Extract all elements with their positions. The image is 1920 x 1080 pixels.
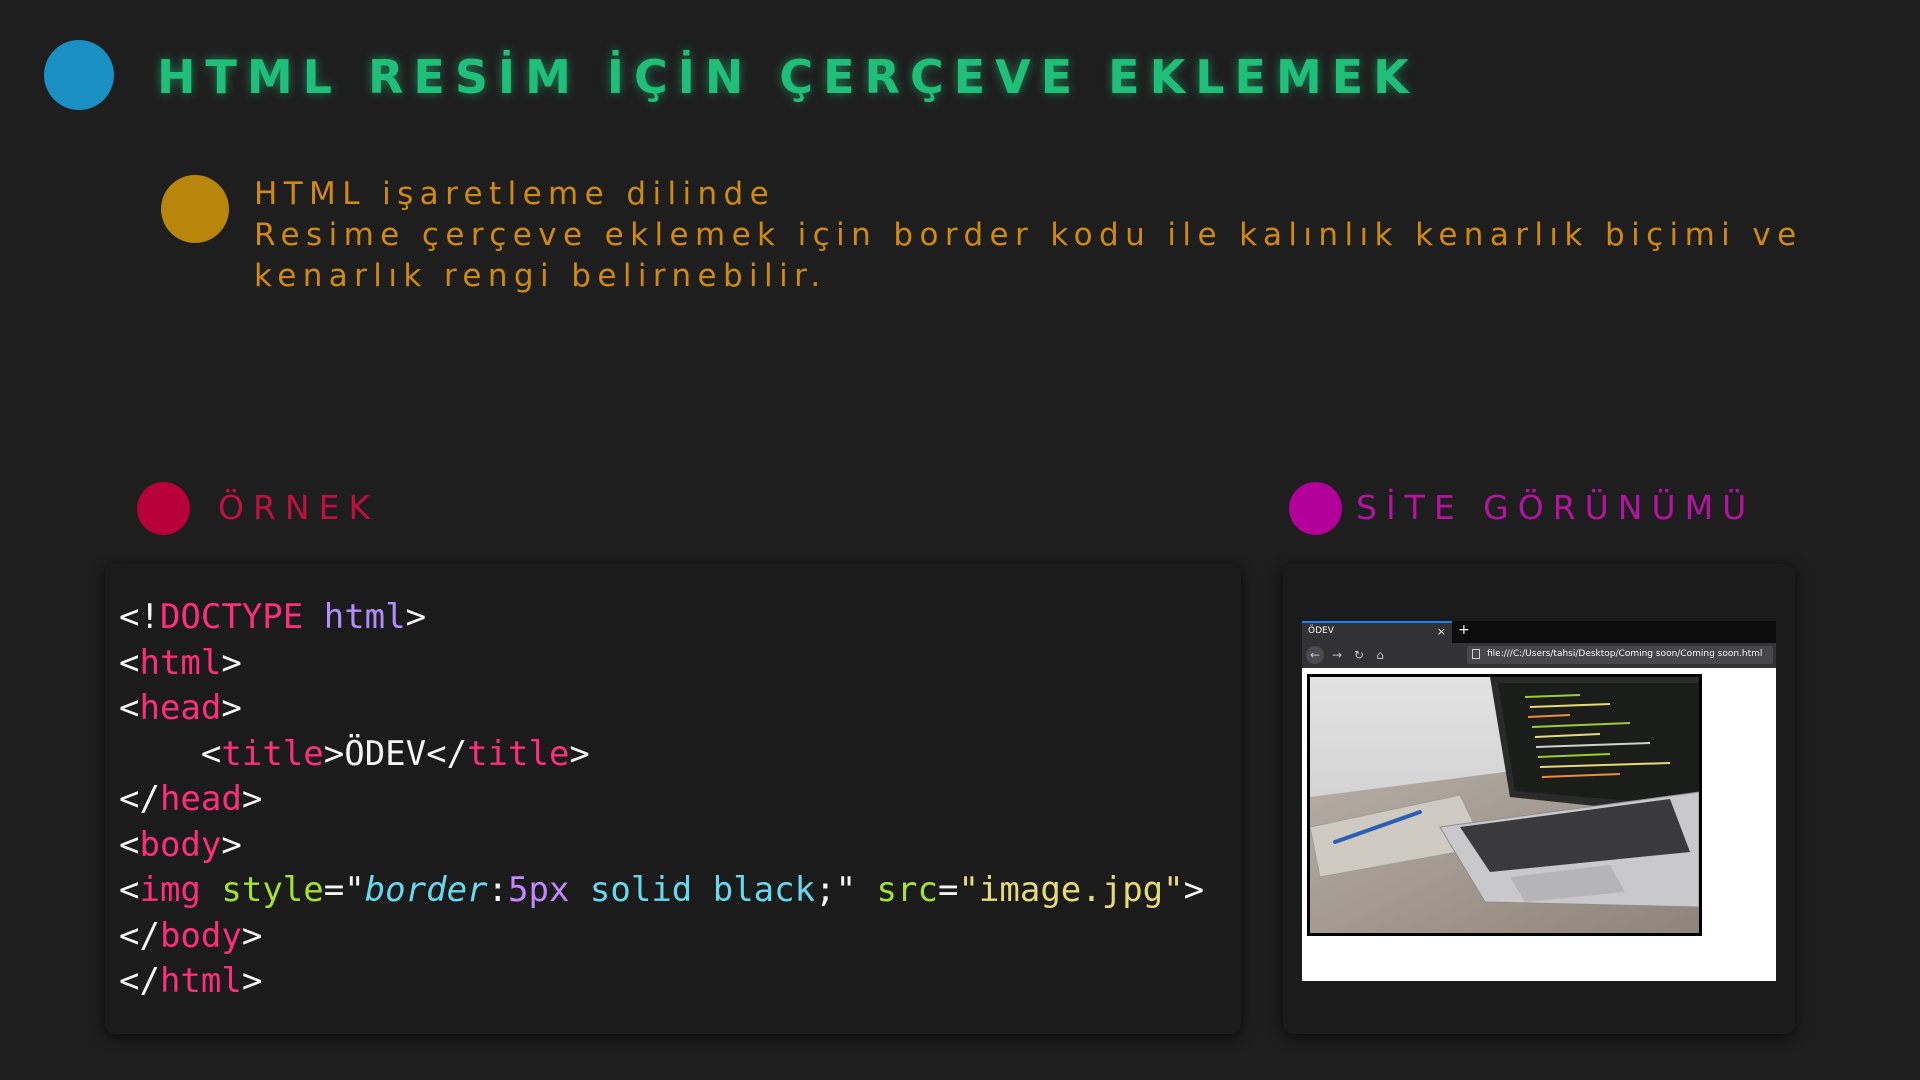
code-css-number: 5px [508, 870, 570, 910]
title-bullet-icon [44, 40, 114, 110]
slide-title: HTML RESİM İÇİN ÇERÇEVE EKLEMEK [157, 50, 1419, 104]
home-icon[interactable]: ⌂ [1371, 646, 1389, 664]
code-tag-img: img [139, 870, 201, 910]
url-text: file:///C:/Users/tahsi/Desktop/Coming so… [1487, 649, 1763, 659]
code-tag-html-open: html [139, 642, 222, 683]
code-tag-title-close: title [467, 733, 570, 774]
description-line: kenarlık rengi belirnebilir. [254, 258, 827, 294]
code-css-value: solid black [589, 870, 816, 910]
code-block: <!DOCTYPE html> <html> <head> <title>ÖDE… [119, 597, 1205, 1001]
code-tag-title-open: title [221, 733, 324, 774]
laptop-photo [1310, 677, 1699, 933]
forward-arrow-icon[interactable]: → [1328, 646, 1346, 664]
description-line: Resime çerçeve eklemek için border kodu … [254, 217, 1803, 253]
code-tag-body-close: body [159, 915, 242, 956]
description: HTML işaretleme dilinde Resime çerçeve e… [254, 174, 1803, 297]
code-css-property: border [364, 870, 488, 910]
code-attr-src: src [876, 870, 938, 910]
code-tag-head-close: head [159, 779, 242, 819]
site-preview-panel: ÖDEV × + ← → ↻ ⌂ file:///C:/Users/tahsi/… [1283, 564, 1795, 1034]
browser-tab-title: ÖDEV [1308, 626, 1334, 636]
code-doctype-keyword: DOCTYPE [159, 597, 304, 637]
browser-window: ÖDEV × + ← → ↻ ⌂ file:///C:/Users/tahsi/… [1302, 621, 1776, 981]
close-tab-icon[interactable]: × [1437, 625, 1446, 638]
example-bullet-icon [137, 482, 190, 535]
browser-tab[interactable]: ÖDEV × [1302, 621, 1452, 643]
code-panel: <!DOCTYPE html> <html> <head> <title>ÖDE… [105, 564, 1241, 1034]
site-view-label: SİTE GÖRÜNÜMÜ [1356, 488, 1756, 527]
code-tag-html-close: html [159, 961, 242, 1001]
new-tab-icon[interactable]: + [1458, 622, 1470, 638]
code-title-text: ÖDEV [344, 733, 427, 774]
code-tag-head-open: head [139, 688, 222, 728]
bordered-laptop-image [1307, 674, 1702, 936]
reload-icon[interactable]: ↻ [1350, 646, 1368, 664]
code-tag-body-open: body [139, 824, 222, 865]
page-icon [1472, 649, 1480, 659]
description-line: HTML işaretleme dilinde [254, 176, 776, 212]
code-attr-style: style [221, 870, 324, 910]
code-doctype-value: html [323, 597, 406, 637]
url-bar[interactable]: file:///C:/Users/tahsi/Desktop/Coming so… [1467, 646, 1773, 664]
description-bullet-icon [161, 175, 229, 243]
site-view-bullet-icon [1289, 482, 1342, 535]
browser-nav-bar: ← → ↻ ⌂ file:///C:/Users/tahsi/Desktop/C… [1302, 643, 1776, 668]
back-arrow-icon[interactable]: ← [1306, 646, 1324, 664]
code-src-value: "image.jpg" [958, 870, 1184, 910]
example-label: ÖRNEK [218, 488, 380, 527]
browser-tab-bar: ÖDEV × + [1302, 621, 1776, 643]
slide: HTML RESİM İÇİN ÇERÇEVE EKLEMEK HTML işa… [0, 0, 1920, 1080]
